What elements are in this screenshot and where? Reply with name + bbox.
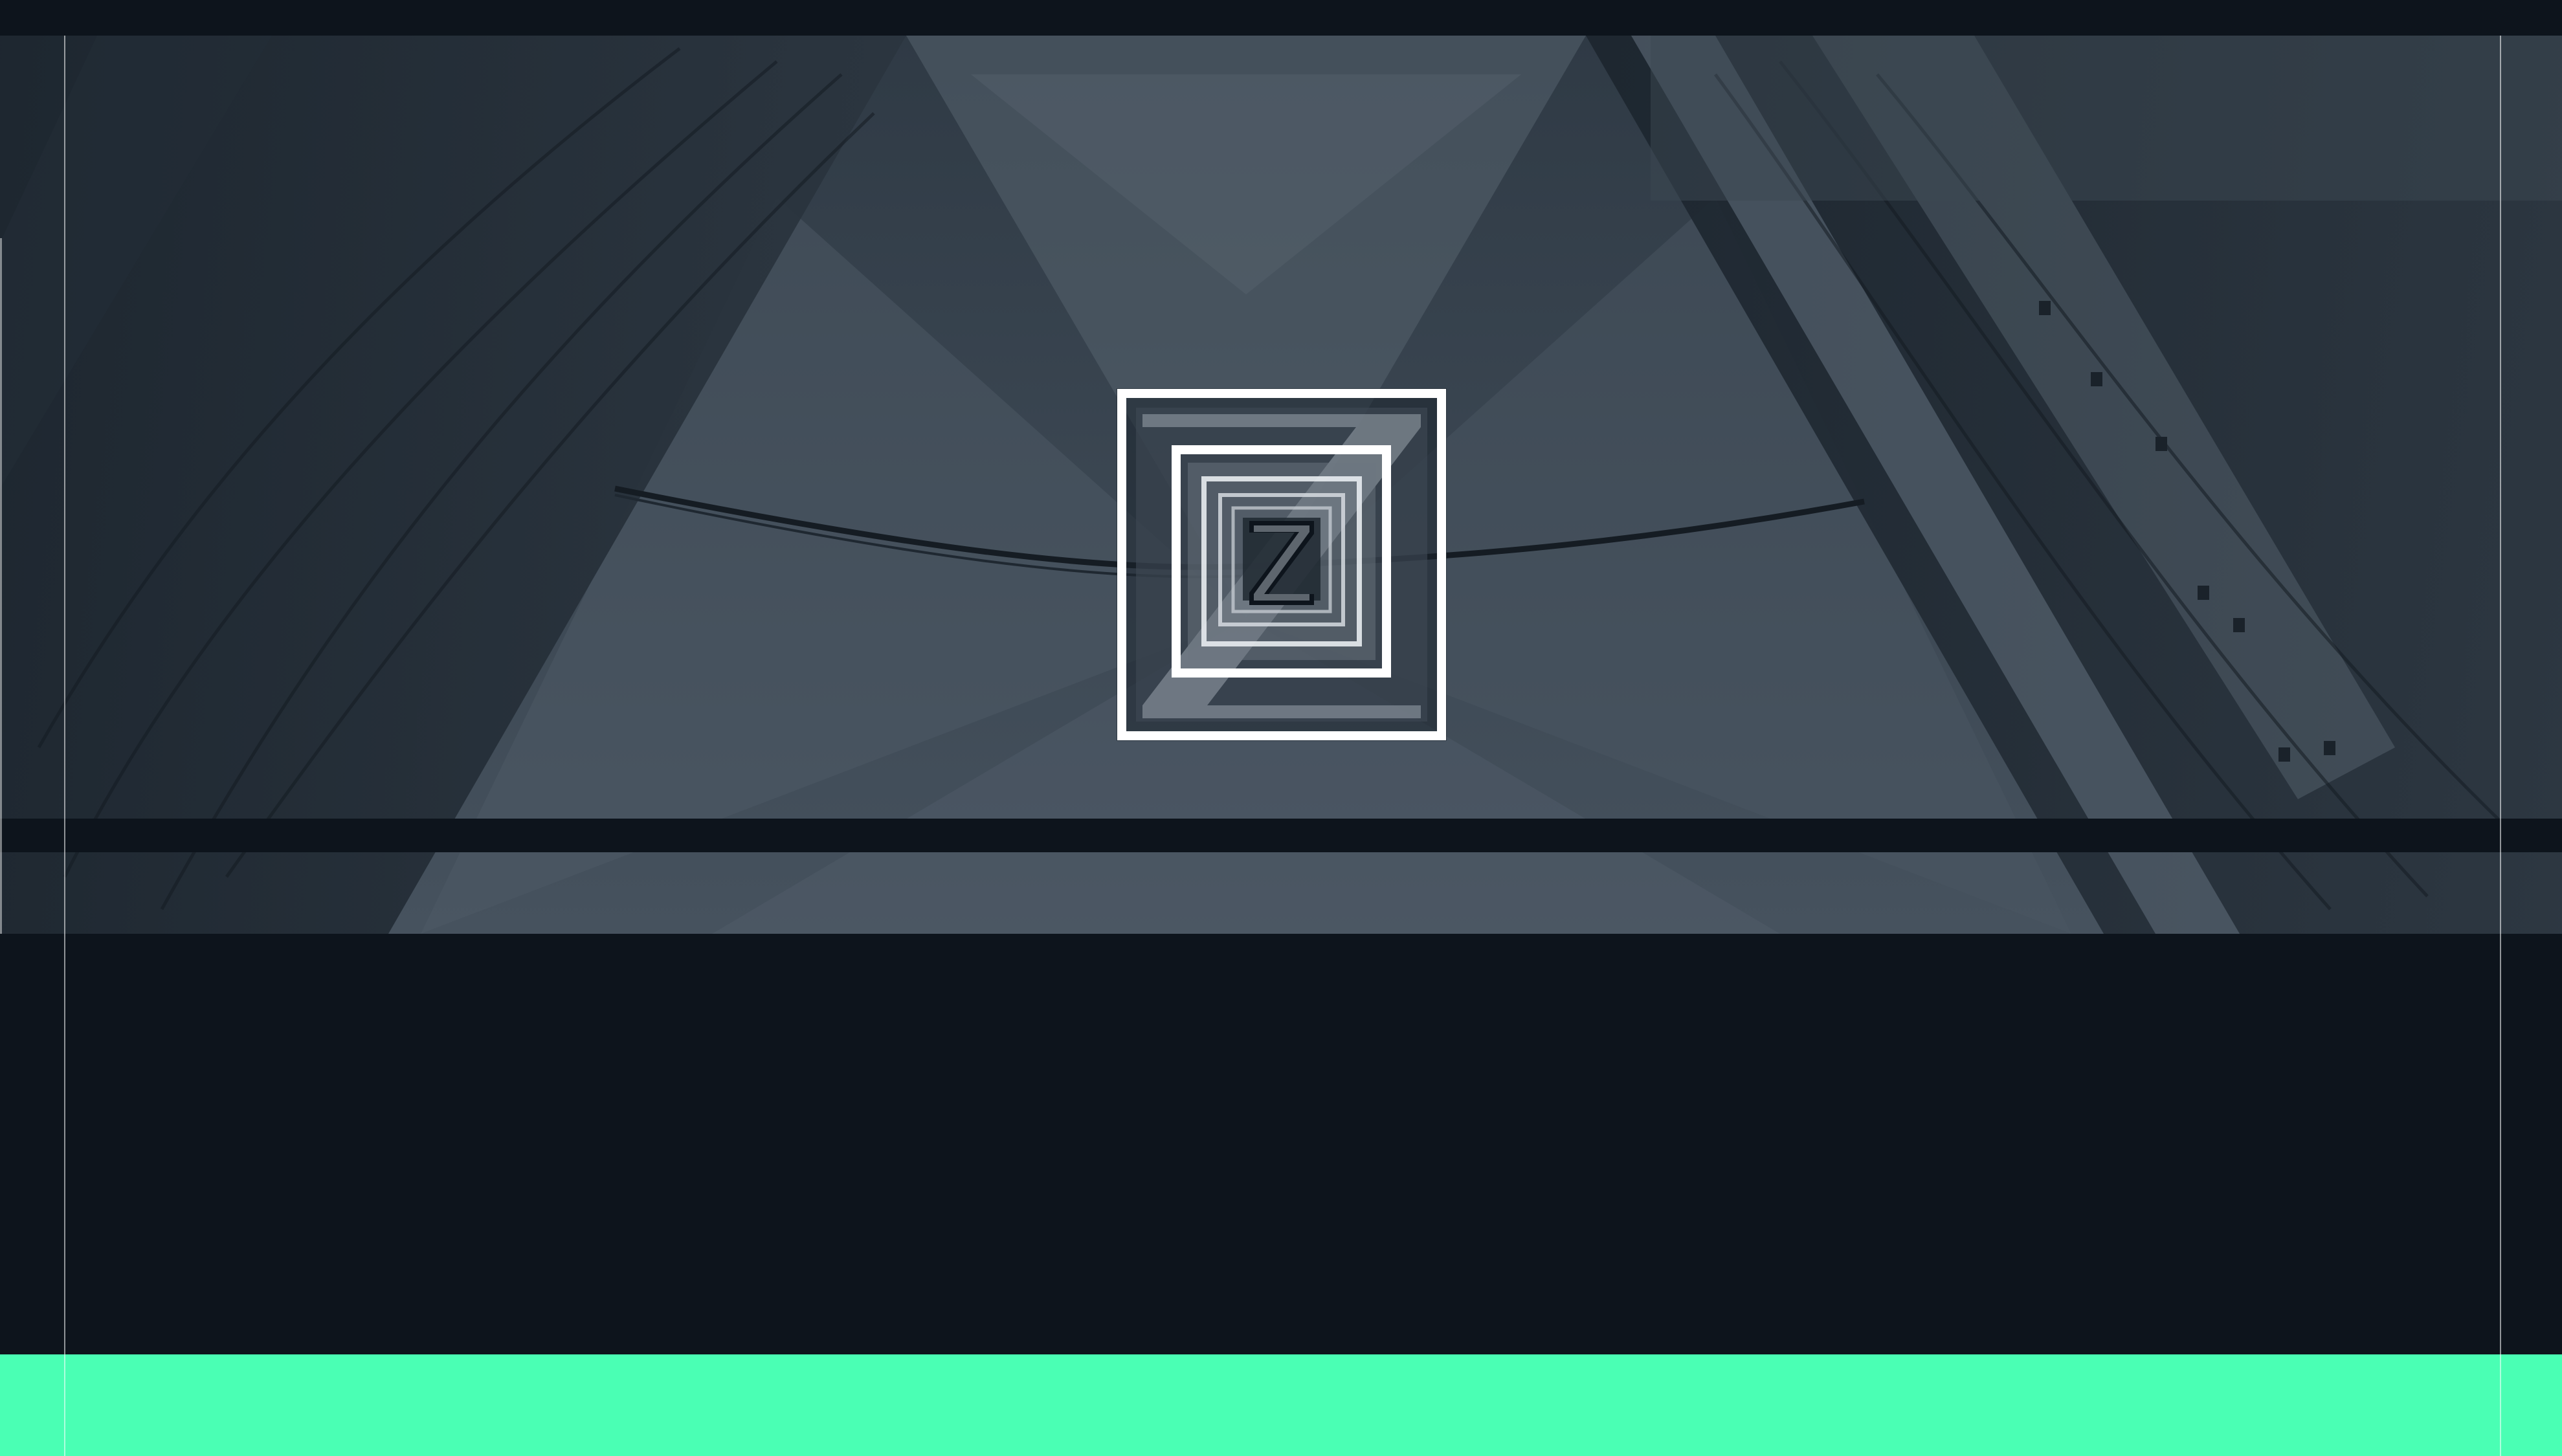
hero-left-edge-line — [0, 238, 2, 934]
accent-footer-bar — [0, 1354, 2562, 1456]
content-dark-band — [0, 934, 2562, 1354]
page — [0, 0, 2562, 1456]
top-bar — [0, 0, 2562, 36]
left-guide-line — [64, 36, 65, 1456]
hero-divider-band — [0, 819, 2562, 852]
right-guide-line — [2500, 36, 2501, 1456]
z-logo-icon — [1117, 388, 1447, 741]
